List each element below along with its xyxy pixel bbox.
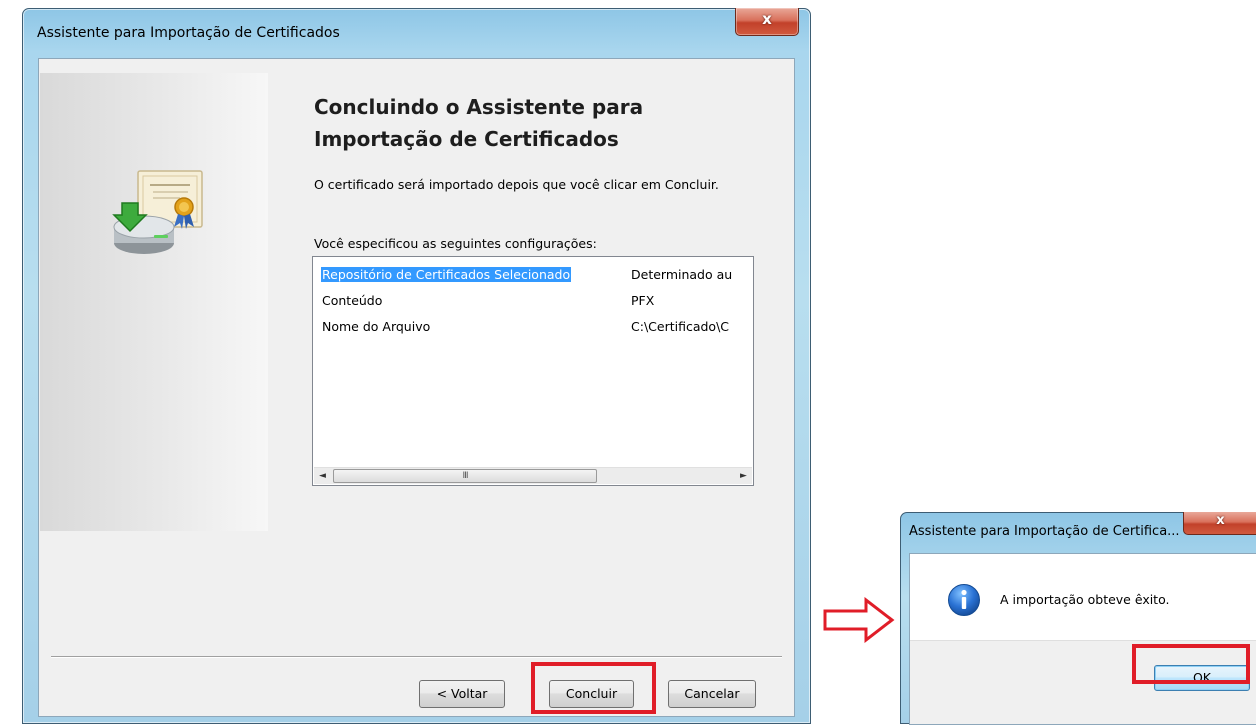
setting-name: Conteúdo [322,293,383,308]
info-icon [948,584,980,616]
cancel-button[interactable]: Cancelar [668,680,756,708]
settings-label: Você especificou as seguintes configuraç… [314,236,597,251]
window-title: Assistente para Importação de Certificad… [37,25,340,41]
wizard-heading: Concluindo o Assistente para Importação … [314,91,734,155]
import-wizard-window: Assistente para Importação de Certificad… [22,8,811,724]
title-bar[interactable]: Assistente para Importação de Certificad… [23,8,810,58]
success-dialog-window: Assistente para Importação de Certifica.… [900,512,1256,725]
close-button[interactable]: x [735,8,799,36]
footer-separator [51,656,782,658]
dialog-close-button[interactable]: x [1183,512,1256,535]
wizard-content: Concluindo o Assistente para Importação … [38,58,795,717]
close-icon: x [1216,513,1225,528]
back-button[interactable]: < Voltar [419,680,505,708]
heading-line-2: Importação de Certificados [314,127,619,151]
dialog-content: A importação obteve êxito. OK [909,553,1256,725]
wizard-description: O certificado será importado depois que … [314,177,719,192]
wizard-side-panel [40,73,268,531]
dialog-footer: OK [910,640,1256,724]
settings-list[interactable]: Repositório de Certificados Selecionado … [312,256,754,486]
scroll-left-icon[interactable]: ◄ [314,468,331,485]
arrow-right-icon [823,597,895,643]
scroll-thumb[interactable]: III [333,469,597,483]
scroll-grip: III [462,471,469,481]
dialog-title: Assistente para Importação de Certifica.… [909,524,1180,539]
setting-value: Determinado au [631,267,733,282]
horizontal-scrollbar[interactable]: ◄ III ► [314,467,752,484]
scroll-right-icon[interactable]: ► [735,468,752,485]
setting-name: Nome do Arquivo [322,319,431,334]
heading-line-1: Concluindo o Assistente para [314,95,644,119]
setting-value: PFX [631,293,655,308]
finish-button[interactable]: Concluir [549,680,634,708]
certificate-import-icon [112,170,203,254]
setting-value: C:\Certificado\C [631,319,730,334]
success-message: A importação obteve êxito. [1000,592,1170,607]
close-icon: x [762,10,772,28]
setting-name: Repositório de Certificados Selecionado [321,267,572,282]
ok-button[interactable]: OK [1154,665,1250,691]
